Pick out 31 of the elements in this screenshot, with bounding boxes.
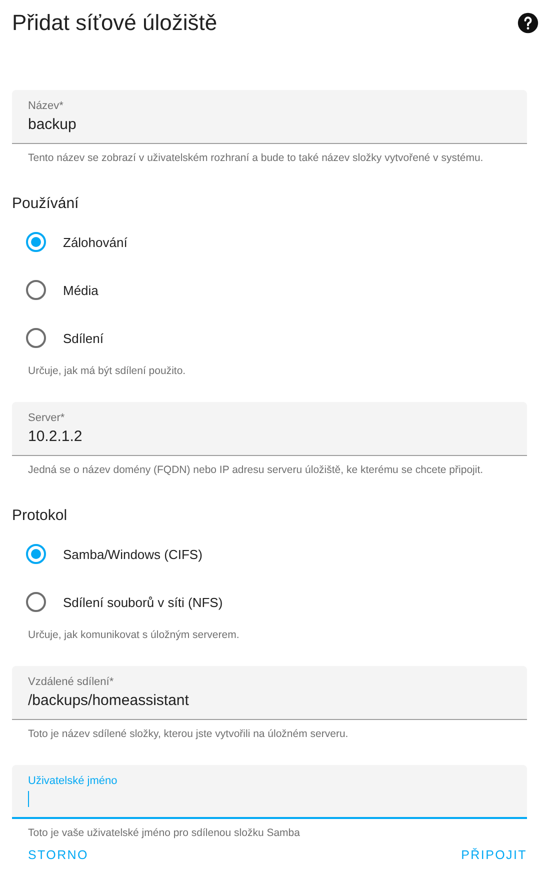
dialog-title: Přidat síťové úložiště (12, 10, 218, 36)
radio-label[interactable]: Média (63, 282, 98, 298)
text-field[interactable]: Server* 10.2.1.2 (12, 402, 527, 456)
field-label: Server* (28, 412, 66, 424)
field-value: 10.2.1.2 (28, 428, 82, 444)
radio-label[interactable]: Sdílení (63, 330, 104, 346)
helper-text: Tento název se zobrazí v uživatelském rozhraní a bude to také název složky vytvořené v systému. (27, 151, 484, 165)
radio-button[interactable] (26, 328, 46, 348)
helper-text: Určuje, jak má být sdílení použito. (27, 364, 187, 378)
helper-text: Určuje, jak komunikovat s úložným serverem. (27, 628, 240, 642)
field-value: /backups/homeassistant (28, 692, 189, 708)
radio-button[interactable] (26, 592, 46, 612)
group-title: Používání (12, 195, 80, 212)
field-label: Název* (28, 100, 64, 112)
help-icon[interactable] (517, 12, 539, 34)
radio-button[interactable] (26, 232, 46, 252)
group-title: Protokol (12, 507, 68, 524)
radio-button[interactable] (26, 280, 46, 300)
text-cursor (28, 791, 29, 807)
radio-button[interactable] (26, 544, 46, 564)
radio-label[interactable]: Zálohování (63, 234, 128, 250)
field-label: Vzdálené sdílení* (28, 676, 115, 688)
radio-label[interactable]: Samba/Windows (CIFS) (63, 546, 202, 562)
field-label: Uživatelské jméno (28, 775, 118, 787)
text-field[interactable]: Vzdálené sdílení* /backups/homeassistant (12, 666, 527, 720)
helper-text: Toto je vaše uživatelské jméno pro sdílenou složku Samba (27, 826, 301, 840)
radio-label[interactable]: Sdílení souborů v síti (NFS) (63, 594, 223, 610)
helper-text: Toto je název sdílené složky, kterou jste vytvořili na úložném serveru. (27, 727, 350, 741)
field-value: backup (28, 116, 76, 132)
helper-text: Jedná se o název domény (FQDN) nebo IP adresu serveru úložiště, ke kterému se chcete připojit. (27, 463, 484, 477)
text-field[interactable]: Název* backup (12, 90, 527, 144)
